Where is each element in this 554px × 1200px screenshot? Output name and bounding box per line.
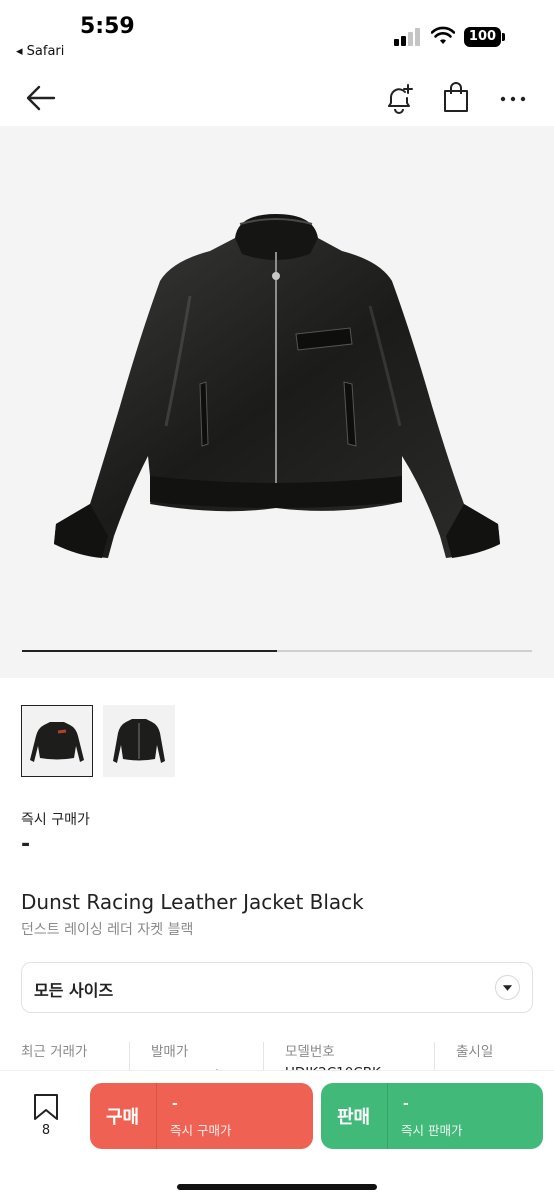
gallery-progress-bar: [22, 650, 532, 652]
buy-button-label: 구매: [106, 1107, 140, 1128]
sell-button-sublabel: 즉시 판매가: [401, 1123, 463, 1138]
product-image-gallery[interactable]: [0, 126, 554, 678]
gallery-progress-fill: [22, 650, 277, 652]
model-number-label: 모델번호: [285, 1044, 335, 1060]
thumbnail-2[interactable]: [103, 705, 175, 777]
cellular-signal-icon: [394, 28, 422, 46]
battery-level: 100: [464, 27, 501, 47]
bookmark-button[interactable]: 8: [28, 1093, 64, 1143]
release-price-label: 발매가: [151, 1044, 189, 1060]
sell-button-label: 판매: [337, 1107, 371, 1128]
more-horizontal-icon[interactable]: [498, 82, 528, 114]
nav-bar: [0, 70, 554, 126]
buy-button-price: -: [172, 1096, 178, 1112]
chevron-down-icon: [495, 975, 520, 1000]
recent-trade-label: 최근 거래가: [21, 1044, 88, 1060]
bookmark-count: 8: [41, 1123, 51, 1138]
bookmark-icon: [34, 1094, 58, 1120]
size-select-value: 모든 사이즈: [34, 981, 114, 1000]
wifi-icon: [431, 26, 455, 44]
status-time: 5:59: [80, 14, 135, 39]
sell-button-price: -: [403, 1096, 409, 1112]
product-name: Dunst Racing Leather Jacket Black: [21, 890, 364, 914]
jacket-thumbnail-icon: [113, 719, 165, 763]
buy-button-sublabel: 즉시 구매가: [170, 1123, 232, 1138]
back-to-safari-link[interactable]: ◂ Safari: [16, 44, 64, 59]
buy-button[interactable]: 구매 - 즉시 구매가: [90, 1083, 313, 1149]
bottom-action-bar: 8 구매 - 즉시 구매가 판매 - 즉시 판매가: [0, 1070, 554, 1200]
product-info-row: 최근 거래가 발매가 429,000원 모델번호 UDJK2C10CBK 출시일: [0, 1040, 554, 1074]
sell-button[interactable]: 판매 - 즉시 판매가: [321, 1083, 543, 1149]
bell-plus-icon[interactable]: [384, 82, 414, 114]
shopping-bag-icon[interactable]: [442, 82, 470, 114]
status-bar: 5:59 ◂ Safari 100: [0, 0, 554, 66]
release-date-label: 출시일: [456, 1044, 494, 1060]
instant-buy-price-label: 즉시 구매가: [21, 812, 90, 828]
arrow-left-icon[interactable]: [24, 82, 58, 114]
home-indicator[interactable]: [177, 1184, 377, 1190]
instant-buy-price-value: -: [21, 832, 31, 857]
jacket-thumbnail-icon: [30, 722, 84, 762]
size-select[interactable]: 모든 사이즈: [21, 962, 533, 1013]
leather-jacket-image: [54, 214, 500, 558]
thumbnail-1[interactable]: [21, 705, 93, 777]
battery-icon: 100: [464, 27, 505, 47]
product-name-korean: 던스트 레이싱 레더 자켓 블랙: [21, 922, 194, 938]
